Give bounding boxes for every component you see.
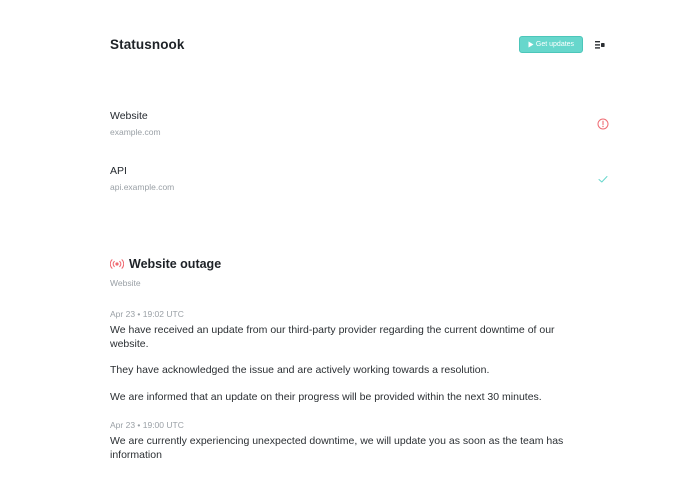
get-updates-label: Get updates <box>535 41 575 48</box>
incident-header: Website outage <box>110 257 221 271</box>
broadcast-icon <box>110 258 124 270</box>
get-updates-button[interactable]: Get updates <box>519 36 583 53</box>
service-host: example.com <box>110 127 161 137</box>
service-name: Website <box>110 110 148 122</box>
incident-affected-service: Website <box>110 278 141 288</box>
brand-name: Statusnook <box>110 37 185 52</box>
play-icon <box>528 41 534 48</box>
service-row-website: Website example.com <box>110 110 610 144</box>
service-row-api: API api.example.com <box>110 165 610 199</box>
status-page: Statusnook Get updates Website example.c… <box>0 0 700 504</box>
incident-update: Apr 23 • 19:00 UTC We are currently expe… <box>110 420 590 462</box>
update-paragraph: They have acknowledged the issue and are… <box>110 364 490 376</box>
service-name: API <box>110 165 127 177</box>
incident-update: Apr 23 • 19:02 UTC We have received an u… <box>110 309 590 404</box>
update-timestamp: Apr 23 • 19:00 UTC <box>110 420 184 430</box>
check-icon <box>596 172 610 186</box>
service-host: api.example.com <box>110 182 175 192</box>
alert-circle-icon <box>596 117 610 131</box>
update-paragraph: We are currently experiencing unexpected… <box>110 435 564 461</box>
settings-toggle-icon[interactable] <box>593 38 607 50</box>
incident-title: Website outage <box>129 257 222 271</box>
update-paragraph: We have received an update from our thir… <box>110 324 555 350</box>
update-paragraph: We are informed that an update on their … <box>110 390 542 403</box>
update-timestamp: Apr 23 • 19:02 UTC <box>110 309 184 319</box>
